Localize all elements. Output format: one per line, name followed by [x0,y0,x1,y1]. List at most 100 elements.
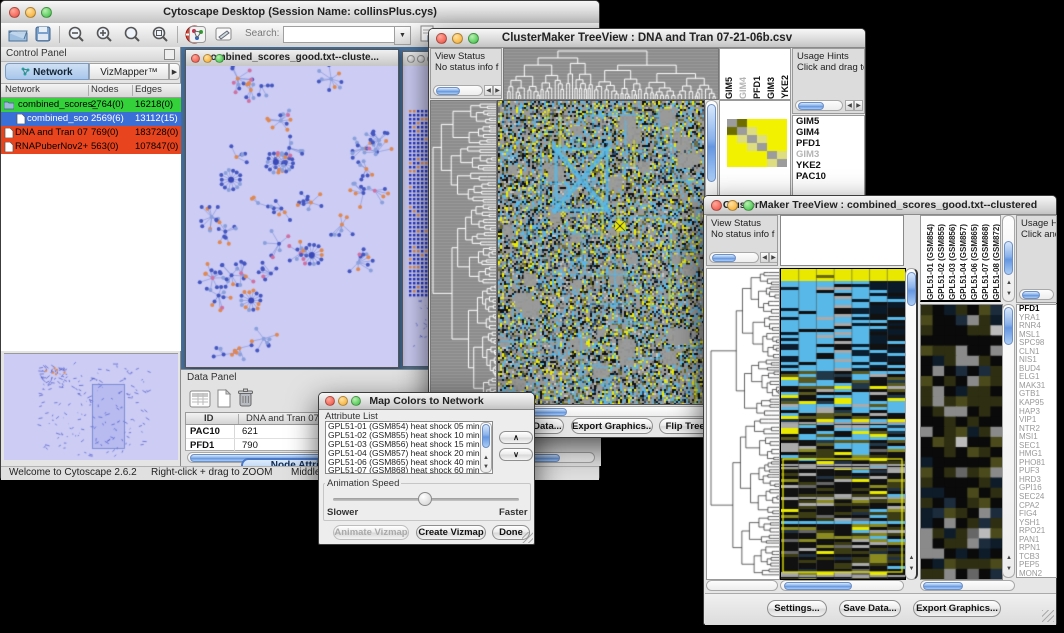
delete-attribute-icon[interactable] [237,388,254,408]
zoom-selected-icon[interactable] [151,26,169,43]
zoom-button[interactable] [351,396,361,406]
attribute-list-item[interactable]: GPL51-07 (GSM868) heat shock 60 min [326,466,492,474]
close-button[interactable] [191,54,200,63]
tv2-status-scrollbar[interactable] [709,252,759,263]
tv2-labels-vscrollbar[interactable]: ▲ ▼ [1002,215,1015,302]
zoom-button[interactable] [743,200,754,211]
gene-list-item[interactable]: GIM4 [793,127,864,138]
tv1-usage-scrollbar[interactable] [795,100,843,111]
scroll-right-arrow-icon[interactable]: ▶ [493,85,502,96]
animate-vizmap-button[interactable]: Animate Vizmap [333,525,409,540]
scroll-down-arrow-icon[interactable]: ▼ [1004,289,1014,300]
birdseye-view[interactable] [4,353,178,460]
tv1-status-scrollbar[interactable] [433,85,483,96]
scroll-up-arrow-icon[interactable]: ▲ [1004,553,1014,564]
tv1-title-bar[interactable]: ClusterMaker TreeView : DNA and Tran 07-… [429,29,865,48]
scroll-down-arrow-icon[interactable]: ▼ [907,564,916,575]
minimize-button[interactable] [727,200,738,211]
close-button[interactable] [711,200,722,211]
gene-list-item[interactable]: PAC10 [793,171,864,182]
tab-vizmapper[interactable]: VizMapper™ [89,63,169,80]
attribute-listbox[interactable]: GPL51-01 (GSM854) heat shock 05 minGPL51… [325,421,493,474]
tv1-export-graphics-button[interactable]: Export Graphics... [571,418,653,434]
tv2-heatmap[interactable] [780,268,906,580]
tv1-column-labels[interactable]: GIM5GIM4PFD1GIM3YKE2PAC10 [719,48,791,100]
zoom-fit-icon[interactable] [123,26,141,43]
tv2-title-bar[interactable]: ClusterMaker TreeView : combined_scores_… [704,196,1056,215]
new-attribute-icon[interactable] [215,389,233,408]
zoom-button[interactable] [215,54,224,63]
save-session-icon[interactable] [35,26,51,42]
scroll-down-arrow-icon[interactable]: ▼ [481,463,491,472]
gene-list-item[interactable]: PFD1 [793,138,864,149]
scroll-left-arrow-icon[interactable]: ◀ [845,100,854,111]
network-table-header[interactable]: Network Nodes Edges [1,83,181,98]
close-button[interactable] [436,33,447,44]
tv2-column-dendrogram-area[interactable] [780,215,904,266]
search-input[interactable] [283,26,395,43]
open-session-icon[interactable] [8,27,28,42]
tab-overflow-arrow[interactable]: ▶ [169,63,180,80]
zoom-button[interactable] [468,33,479,44]
gene-list-item[interactable]: GIM3 [793,149,864,160]
speed-slider-thumb[interactable] [418,492,432,506]
zoom-button[interactable] [41,7,52,18]
tv2-export-graphics-button[interactable]: Export Graphics... [913,600,1001,617]
scroll-up-arrow-icon[interactable]: ▲ [907,553,916,564]
scroll-down-arrow-icon[interactable]: ▼ [1004,564,1014,575]
close-button[interactable] [407,55,415,63]
network-view-canvas-1[interactable] [186,66,398,367]
scroll-left-arrow-icon[interactable]: ◀ [484,85,493,96]
minimize-button[interactable] [203,54,212,63]
scroll-right-arrow-icon[interactable]: ▶ [854,100,863,111]
tab-network[interactable]: Network [5,63,89,80]
select-attributes-icon[interactable] [189,390,211,408]
zoom-in-icon[interactable] [95,26,113,43]
network-list-row[interactable]: RNAPuberNov2+563(0)107847(0) [1,140,181,154]
move-up-button[interactable]: ∧ [499,431,533,444]
main-title-bar[interactable]: Cytoscape Desktop (Session Name: collins… [1,1,599,24]
minimize-button[interactable] [417,55,425,63]
minimize-button[interactable] [452,33,463,44]
zoom-out-icon[interactable] [67,26,85,43]
tv2-column-labels[interactable]: GPL51-01 (GSM854)GPL51-02 (GSM855)GPL51-… [920,215,1001,302]
tv2-row-dendrogram[interactable] [706,268,780,580]
tv1-column-dendrogram[interactable] [503,48,719,100]
network-plugin-icon[interactable] [189,26,206,43]
minimize-button[interactable] [25,7,36,18]
resize-grip[interactable] [1042,610,1054,622]
tv1-heatmap[interactable] [497,100,705,405]
tv1-similarity-matrix[interactable] [727,119,787,167]
tv2-zoom-heatmap[interactable] [920,304,1003,580]
float-panel-icon[interactable] [164,49,175,60]
tv2-zoom-hscrollbar[interactable] [920,580,1015,591]
annotation-plugin-icon[interactable] [215,26,233,43]
network-list-row[interactable]: combined_scores_2764(0)16218(0) [1,98,181,112]
create-vizmap-button[interactable]: Create Vizmap [416,525,486,540]
tv2-zoom-vscrollbar[interactable]: ▲ ▼ [1002,304,1015,578]
tv2-settings-button[interactable]: Settings... [767,600,827,617]
minimize-button[interactable] [338,396,348,406]
scroll-right-arrow-icon[interactable]: ▶ [769,252,778,263]
tv1-row-dendrogram[interactable] [430,100,497,405]
network-list-row[interactable]: combined_sco2569(6)13112(15) [1,112,181,126]
move-down-button[interactable]: ∨ [499,448,533,461]
close-button[interactable] [9,7,20,18]
gene-list-item[interactable]: MON2 [1017,570,1056,578]
search-dropdown-arrow[interactable]: ▼ [394,26,411,45]
close-button[interactable] [325,396,335,406]
scroll-left-arrow-icon[interactable]: ◀ [760,252,769,263]
tv2-gene-list[interactable]: PFD1YRA1RNR4MSL1SPC98CLN1NIS1BUD4ELG1MAK… [1016,304,1057,578]
tv2-heatmap-hscrollbar[interactable] [780,580,904,591]
tv2-save-data-button[interactable]: Save Data... [839,600,901,617]
gene-list-item[interactable]: YKE2 [793,160,864,171]
scroll-up-arrow-icon[interactable]: ▲ [481,454,491,463]
tv2-usage-scrollbar[interactable] [1019,289,1054,300]
network-list-row[interactable]: DNA and Tran 07769(0)183728(0) [1,126,181,140]
resize-grip[interactable] [522,532,533,543]
attribute-list-vscrollbar[interactable]: ▲ ▼ [480,422,492,473]
tv2-heatmap-vscrollbar[interactable]: ▲ ▼ [905,268,918,580]
tv2-dendro-hscrollbar[interactable] [706,580,778,591]
gene-list-item[interactable]: GIM5 [793,116,864,127]
scroll-up-arrow-icon[interactable]: ▲ [1004,278,1014,289]
